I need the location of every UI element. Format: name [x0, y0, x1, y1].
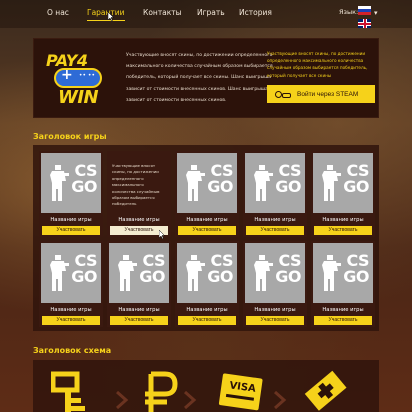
schemes-row: VISA: [33, 360, 379, 412]
participate-button[interactable]: Участвовать: [178, 316, 236, 325]
gamepad-icon: [54, 67, 102, 88]
game-card-title: Название игры: [254, 307, 296, 313]
game-card-title: Название игры: [322, 217, 364, 223]
counter-strike-soldier-icon: [254, 255, 273, 291]
game-card[interactable]: CS GO Название игры Участвовать: [107, 241, 171, 327]
chevron-right-icon: [274, 390, 287, 410]
ruble-icon: [145, 371, 178, 412]
ticket-plus-icon: [304, 370, 347, 411]
steam-login-button[interactable]: Войти через STEAM: [267, 85, 375, 103]
csgo-logo-text: CS GO: [343, 161, 369, 196]
csgo-logo-text: CS GO: [207, 161, 233, 196]
flag-gb-icon[interactable]: [358, 19, 371, 28]
chevron-down-icon[interactable]: ▾: [374, 9, 378, 17]
game-card-image[interactable]: CS GO: [245, 153, 305, 213]
counter-strike-soldier-icon: [322, 255, 341, 291]
pay4win-logo[interactable]: PAY4 WIN: [46, 51, 108, 109]
counter-strike-soldier-icon: [50, 255, 69, 291]
game-card-hover-description: Участвующие вносят скины, по достижении …: [112, 163, 160, 207]
participate-button[interactable]: Участвовать: [42, 226, 100, 235]
game-card-title: Название игры: [254, 217, 296, 223]
nav-item-about[interactable]: О нас: [47, 8, 69, 17]
nav-item-contacts[interactable]: Контакты: [143, 8, 182, 17]
nav-item-guarantees[interactable]: Гарантии: [87, 8, 125, 21]
visa-card-icon: VISA: [218, 373, 263, 411]
schemes-section-title: Заголовок схема: [33, 346, 112, 355]
game-card-title: Название игры: [186, 307, 228, 313]
game-card[interactable]: CS GO Название игры Участвовать: [175, 241, 239, 327]
csgo-logo-text: CS GO: [71, 251, 97, 286]
game-card-title: Название игры: [322, 307, 364, 313]
game-card[interactable]: Участвующие вносят скины, по достижении …: [107, 151, 171, 239]
game-card[interactable]: CS GO Название игры Участвовать: [311, 241, 375, 327]
nav-item-history[interactable]: История: [239, 8, 272, 17]
game-card-title: Название игры: [50, 307, 92, 313]
csgo-logo-text: CS GO: [275, 161, 301, 196]
banner-note: Участвующие вносят скины, по достижении …: [267, 51, 368, 78]
game-card-title: Название игры: [118, 217, 160, 223]
counter-strike-soldier-icon: [322, 165, 341, 201]
participate-button[interactable]: Участвовать: [178, 226, 236, 235]
game-card-image[interactable]: CS GO: [177, 153, 237, 213]
game-card-title: Название игры: [50, 217, 92, 223]
game-card-image[interactable]: CS GO: [313, 153, 373, 213]
game-card[interactable]: CS GO Название игры Участвовать: [311, 151, 375, 237]
game-card-image[interactable]: CS GO: [313, 243, 373, 303]
flag-ru-icon[interactable]: [358, 6, 371, 15]
game-card[interactable]: CS GO Название игры Участвовать: [175, 151, 239, 237]
key-icon: [51, 371, 85, 412]
chevron-right-icon: [116, 390, 129, 410]
mouse-cursor-icon: [159, 230, 165, 239]
logo-bottom-text: WIN: [58, 87, 99, 108]
banner-description: Участвующие вносят скины, по достижении …: [126, 53, 273, 103]
participate-button[interactable]: Участвовать: [246, 226, 304, 235]
mouse-cursor-icon: [108, 12, 114, 21]
game-card[interactable]: CS GO Название игры Участвовать: [243, 241, 307, 327]
game-card[interactable]: CS GO Название игры Участвовать: [243, 151, 307, 237]
participate-button[interactable]: Участвовать: [42, 316, 100, 325]
game-card-title: Название игры: [186, 217, 228, 223]
csgo-logo-text: CS GO: [139, 251, 165, 286]
game-card-title: Название игры: [118, 307, 160, 313]
game-card-image[interactable]: CS GO: [109, 243, 169, 303]
game-card-image[interactable]: Участвующие вносят скины, по достижении …: [109, 153, 169, 213]
steam-login-label: Войти через STEAM: [297, 90, 359, 98]
csgo-logo-text: CS GO: [71, 161, 97, 196]
games-section-title: Заголовок игры: [33, 132, 107, 141]
participate-button[interactable]: Участвовать: [314, 226, 372, 235]
csgo-logo-text: CS GO: [207, 251, 233, 286]
counter-strike-soldier-icon: [50, 165, 69, 201]
top-navigation: О нас Гарантии Контакты Играть История Я…: [0, 0, 412, 28]
participate-button[interactable]: Участвовать: [246, 316, 304, 325]
participate-button[interactable]: Участвовать: [314, 316, 372, 325]
game-card-image[interactable]: CS GO: [177, 243, 237, 303]
csgo-logo-text: CS GO: [343, 251, 369, 286]
game-card-image[interactable]: CS GO: [41, 153, 101, 213]
games-grid: CS GO Название игры Участвовать Участвующие…: [33, 145, 379, 331]
language-label: Язык:: [339, 8, 359, 16]
counter-strike-soldier-icon: [186, 165, 205, 201]
steam-key-icon: [275, 90, 291, 98]
game-card-image[interactable]: CS GO: [245, 243, 305, 303]
game-card[interactable]: CS GO Название игры Участвовать: [39, 241, 103, 327]
chevron-right-icon: [184, 390, 197, 410]
counter-strike-soldier-icon: [118, 255, 137, 291]
game-card-image[interactable]: CS GO: [41, 243, 101, 303]
counter-strike-soldier-icon: [186, 255, 205, 291]
game-card[interactable]: CS GO Название игры Участвовать: [39, 151, 103, 237]
participate-button[interactable]: Участвовать: [110, 316, 168, 325]
nav-item-play[interactable]: Играть: [197, 8, 225, 17]
hero-banner: PAY4 WIN Участвующие вносят скины, по до…: [33, 38, 379, 118]
csgo-logo-text: CS GO: [275, 251, 301, 286]
counter-strike-soldier-icon: [254, 165, 273, 201]
